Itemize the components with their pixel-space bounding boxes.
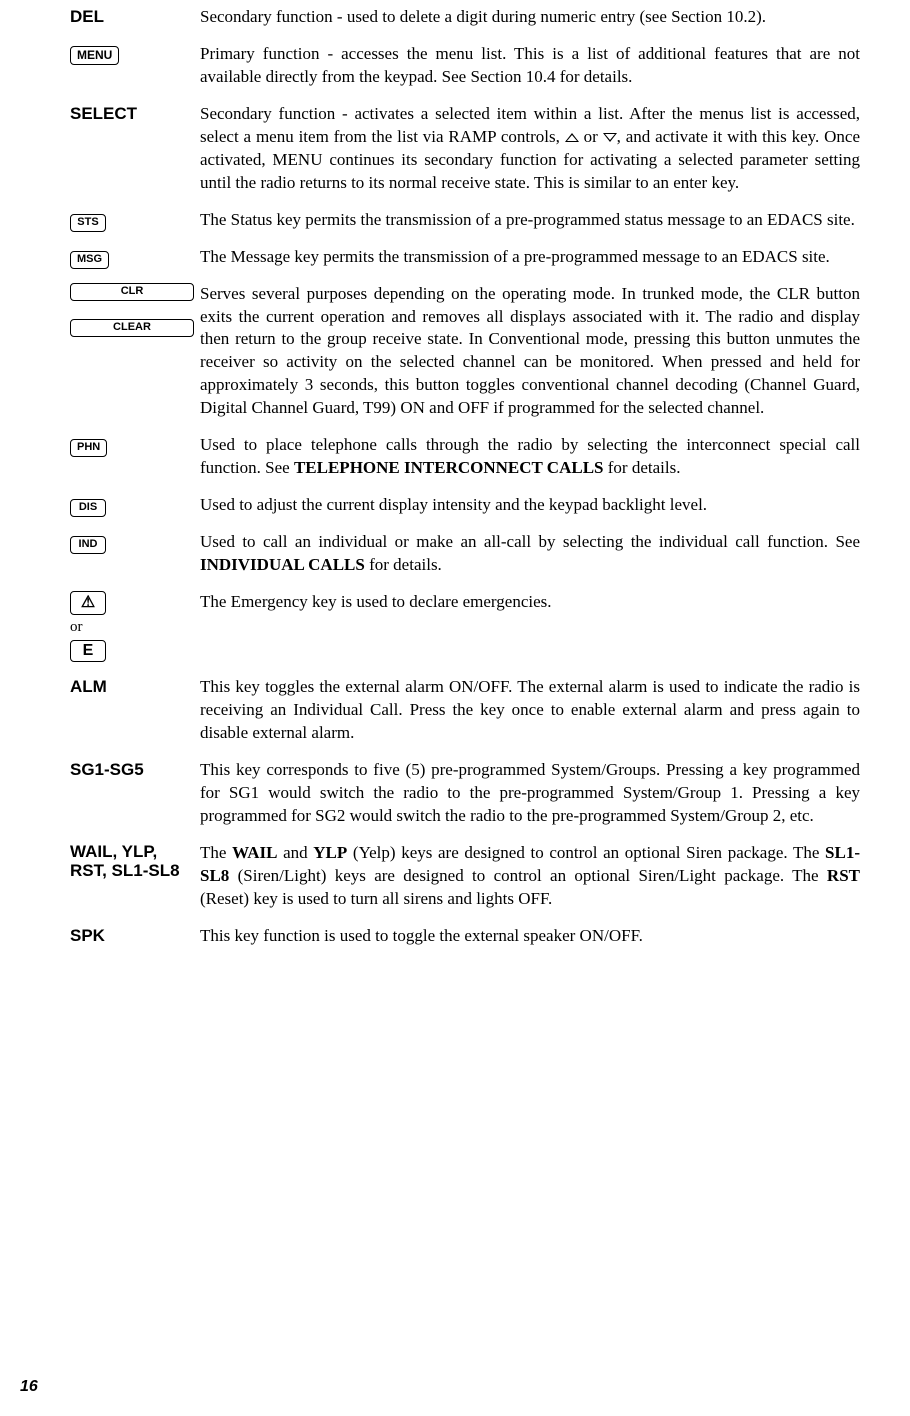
page: DEL Secondary function - used to delete a… <box>0 0 910 1416</box>
key-cell: WAIL, YLP, RST, SL1-SL8 <box>70 842 200 881</box>
key-cell: SPK <box>70 925 200 948</box>
key-cell: DIS <box>70 494 200 517</box>
key-label: WAIL, YLP, RST, SL1-SL8 <box>70 842 194 881</box>
key-description: Used to call an individual or make an al… <box>200 531 860 577</box>
key-description: This key toggles the external alarm ON/O… <box>200 676 860 745</box>
key-description: The Message key permits the transmission… <box>200 246 860 269</box>
key-description: The WAIL and YLP (Yelp) keys are designe… <box>200 842 860 911</box>
key-cell: ALM <box>70 676 200 699</box>
table-row: SPK This key function is used to toggle t… <box>70 925 860 948</box>
keycap-icon: CLEAR <box>70 319 194 337</box>
table-row: MENU Primary function - accesses the menu… <box>70 43 860 89</box>
table-row: SELECT Secondary function - activates a s… <box>70 103 860 195</box>
ramp-up-icon <box>565 133 579 142</box>
key-description: Primary function - accesses the menu lis… <box>200 43 860 89</box>
key-cell: SG1-SG5 <box>70 759 200 782</box>
key-description: This key function is used to toggle the … <box>200 925 860 948</box>
key-description: Used to place telephone calls through th… <box>200 434 860 480</box>
table-row: WAIL, YLP, RST, SL1-SL8The WAIL and YLP … <box>70 842 860 911</box>
key-description: Secondary function - used to delete a di… <box>200 6 860 29</box>
key-label: DEL <box>70 6 194 29</box>
key-cell: DEL <box>70 6 200 29</box>
key-label: SPK <box>70 925 194 948</box>
keycap-icon: PHN <box>70 439 107 457</box>
table-row: DEL Secondary function - used to delete a… <box>70 6 860 29</box>
table-row: STS The Status key permits the transmissi… <box>70 209 860 232</box>
key-description: The Status key permits the transmission … <box>200 209 860 232</box>
key-description: The Emergency key is used to declare eme… <box>200 591 860 614</box>
key-cell: MENU <box>70 43 200 66</box>
table-row: DIS Used to adjust the current display in… <box>70 494 860 517</box>
e-key-icon: E <box>70 640 106 662</box>
or-text: or <box>70 617 194 637</box>
key-label: SG1-SG5 <box>70 759 194 782</box>
keycap-icon: CLR <box>70 283 194 301</box>
table-row: CLR CLEAR Serves several purposes dependin… <box>70 283 860 421</box>
table-row: IND Used to call an individual or make an… <box>70 531 860 577</box>
key-cell: SELECT <box>70 103 200 126</box>
table-row: MSG The Message key permits the transmiss… <box>70 246 860 269</box>
key-table: DEL Secondary function - used to delete a… <box>70 6 860 948</box>
key-cell: MSG <box>70 246 200 269</box>
key-description: Serves several purposes depending on the… <box>200 283 860 421</box>
keycap-icon: MSG <box>70 251 109 269</box>
table-row: ALM This key toggles the external alarm O… <box>70 676 860 745</box>
key-cell: IND <box>70 531 200 554</box>
page-number: 16 <box>20 1376 38 1398</box>
table-row: ⚠or E The Emergency key is used to declare… <box>70 591 860 662</box>
emergency-key-icon: ⚠ <box>70 591 106 615</box>
keycap-icon: DIS <box>70 499 106 517</box>
keycap-icon: MENU <box>70 46 119 65</box>
key-label: ALM <box>70 676 194 699</box>
key-cell: PHN <box>70 434 200 457</box>
table-row: SG1-SG5 This key corresponds to five (5) … <box>70 759 860 828</box>
key-description: This key corresponds to five (5) pre-pro… <box>200 759 860 828</box>
key-description: Used to adjust the current display inten… <box>200 494 860 517</box>
key-cell: CLR CLEAR <box>70 283 200 337</box>
keycap-icon: IND <box>70 536 106 554</box>
table-row: PHN Used to place telephone calls through… <box>70 434 860 480</box>
key-description: Secondary function - activates a selecte… <box>200 103 860 195</box>
key-cell: STS <box>70 209 200 232</box>
key-cell: ⚠or E <box>70 591 200 662</box>
key-label: SELECT <box>70 103 194 126</box>
keycap-icon: STS <box>70 214 106 232</box>
ramp-down-icon <box>603 133 617 142</box>
